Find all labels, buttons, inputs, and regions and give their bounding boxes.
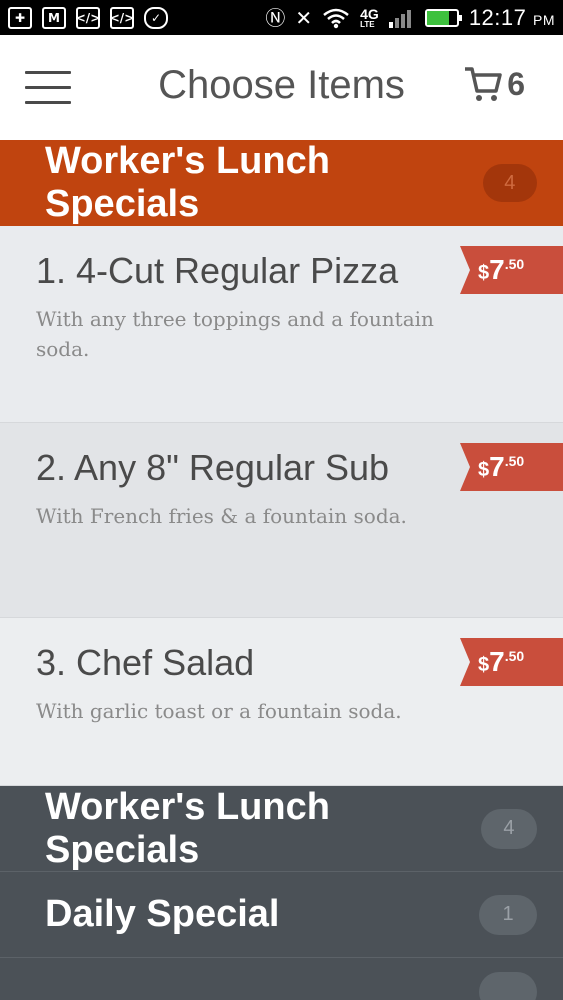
category-nav: Worker's Lunch Specials 4 Daily Special … [0,786,563,1000]
cart-count: 6 [507,65,525,102]
price-tag: $ 7 .50 [460,638,563,686]
price-cents: .50 [504,256,525,272]
nav-item-label: Worker's Lunch Specials [45,785,330,871]
price-whole: 7 [489,451,505,482]
cart-button[interactable]: 6 [463,65,525,103]
add-notification-icon: ✚ [8,6,32,29]
item-description: With garlic toast or a fountain soda. [36,699,402,723]
price-currency: $ [478,262,490,284]
cart-icon [465,67,502,101]
item-title: 1. 4-Cut Regular Pizza [36,250,399,291]
price-whole: 7 [489,646,505,677]
chat-check-icon: ✓ [144,6,168,29]
nav-count-badge [479,972,537,1000]
nav-count-badge: 4 [480,808,537,849]
item-title: 3. Chef Salad [36,642,255,683]
wifi-icon [323,8,349,28]
status-bar: ✚ M </> </> ✓ Ⓝ ✕ 4G LTE 12:17 PM [0,0,563,35]
battery-icon [424,8,462,27]
menu-item-pizza[interactable]: 1. 4-Cut Regular Pizza With any three to… [0,226,563,423]
nav-item-workers-lunch-specials[interactable]: Worker's Lunch Specials 4 [0,786,563,872]
item-description: With any three toppings and a fountain s… [36,307,434,361]
price-cents: .50 [504,648,525,664]
nav-item-daily-special[interactable]: Daily Special 1 [0,872,563,958]
signal-icon [388,9,411,28]
category-count-badge: 4 [482,164,537,202]
code-icon: </> [110,6,134,29]
gmail-icon: M [42,6,66,29]
nav-item-partial[interactable] [0,958,563,1000]
menu-item-salad[interactable]: 3. Chef Salad With garlic toast or a fou… [0,618,563,786]
code-icon: </> [76,6,100,29]
item-description: With French fries & a fountain soda. [36,504,407,528]
price-whole: 7 [489,254,505,285]
item-title: 2. Any 8" Regular Sub [36,447,390,488]
category-title: Worker's Lunch Specials [45,140,330,225]
app-header: Choose Items 6 [0,35,563,143]
category-header: Worker's Lunch Specials 4 [0,140,563,226]
nav-count-badge: 1 [479,894,537,935]
nfc-icon: Ⓝ [265,5,286,30]
price-cents: .50 [504,453,525,469]
network-type: 4G LTE [360,5,379,29]
price-currency: $ [478,459,490,481]
clock: 12:17 PM [468,4,555,30]
nav-item-label: Daily Special [45,893,280,935]
price-tag: $ 7 .50 [460,443,563,491]
price-tag: $ 7 .50 [460,246,563,294]
price-currency: $ [478,654,490,676]
menu-item-sub[interactable]: 2. Any 8" Regular Sub With French fries … [0,423,563,618]
mute-icon: ✕ [295,5,313,30]
